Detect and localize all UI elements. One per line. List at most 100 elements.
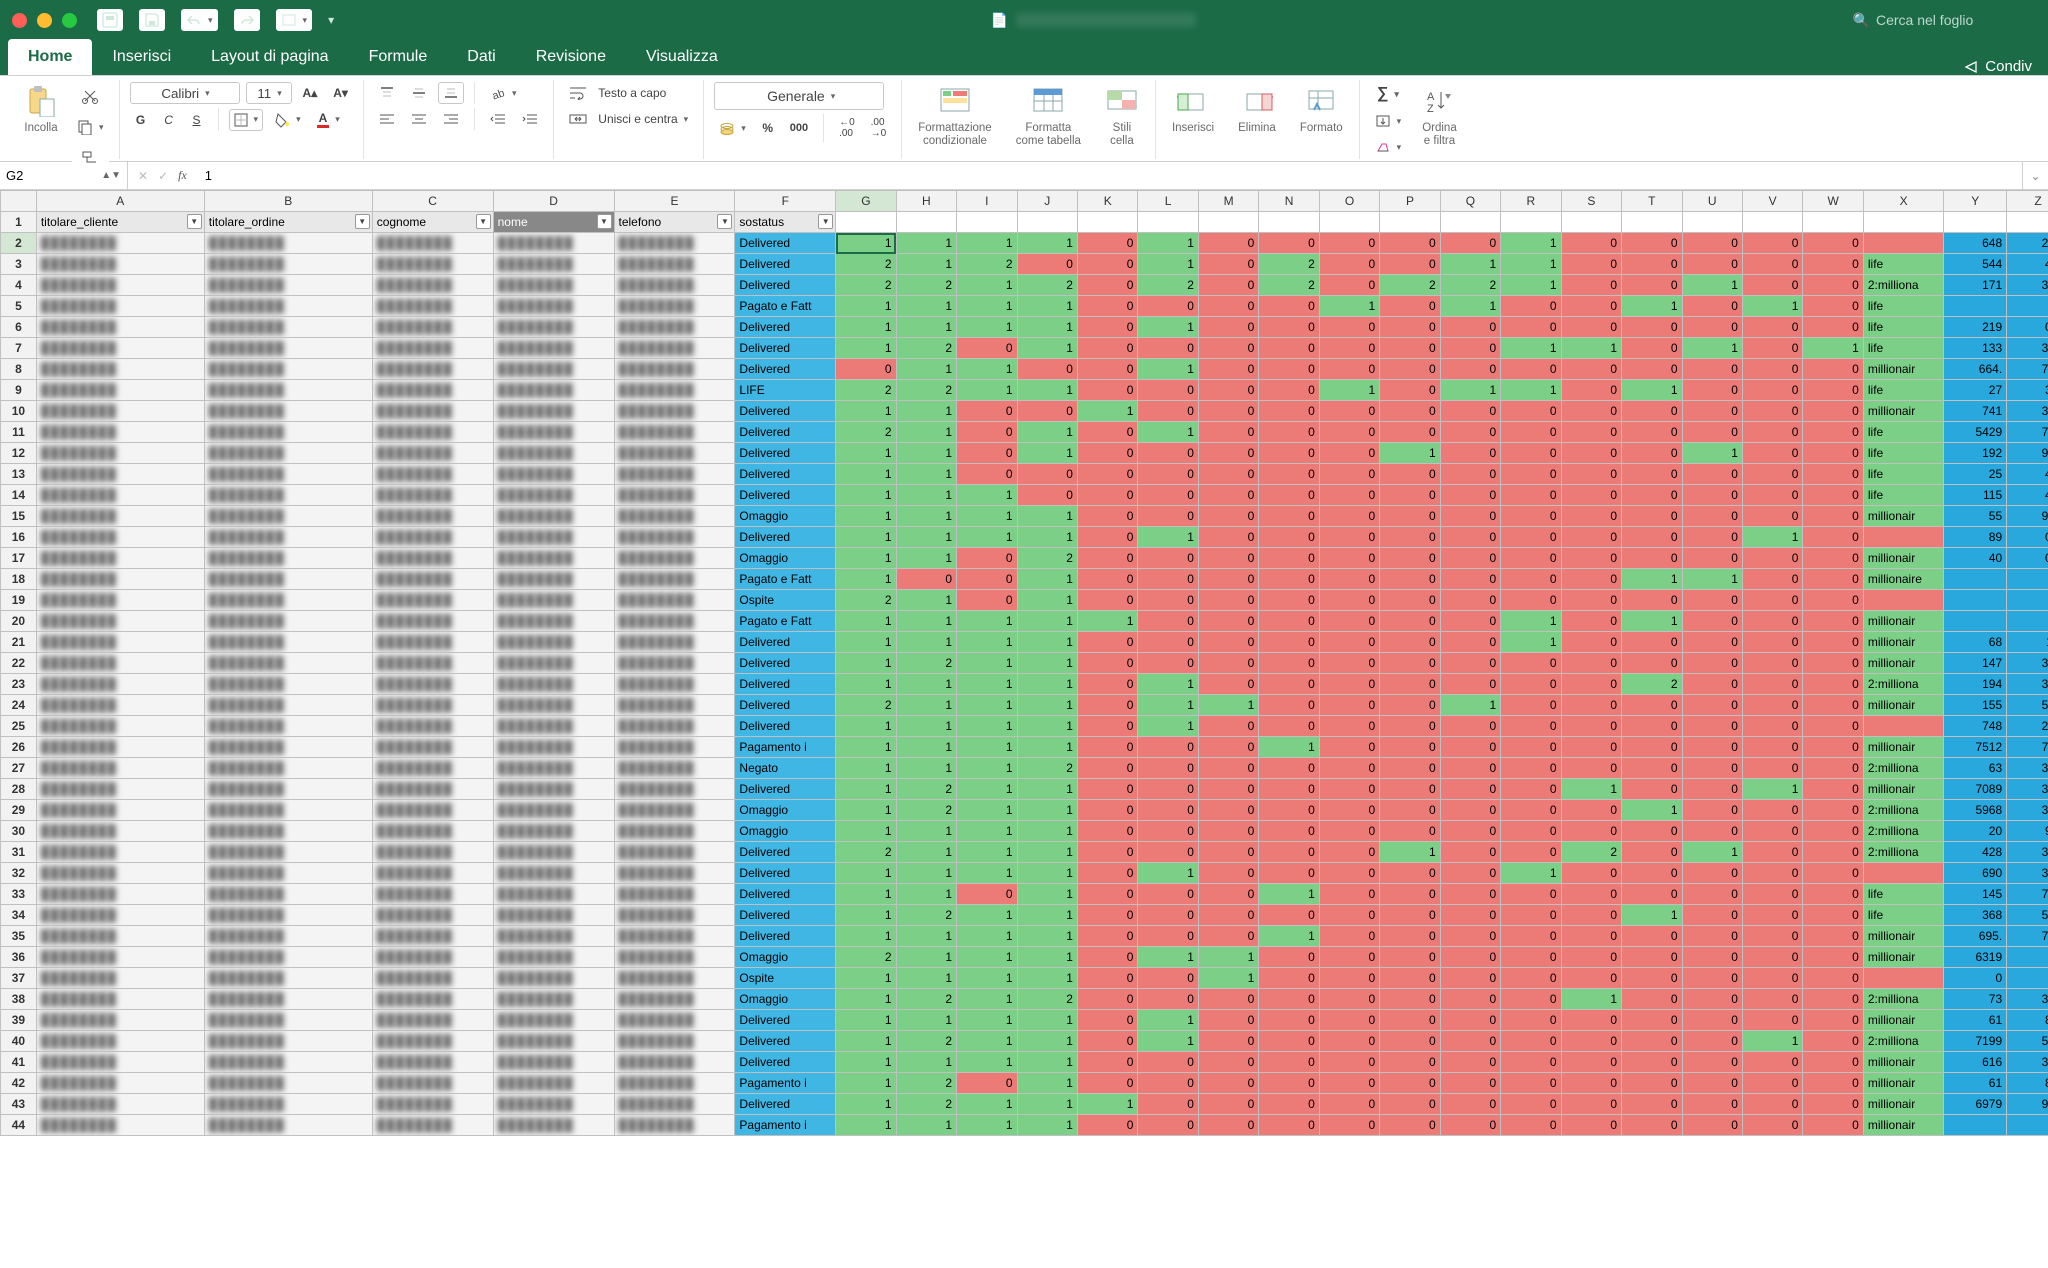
cell[interactable]: 1 <box>896 758 956 779</box>
cell[interactable]: 1 <box>1017 296 1077 317</box>
cell[interactable]: 1 <box>836 401 896 422</box>
cell[interactable]: 31,8 <box>2007 800 2048 821</box>
minimize-window-icon[interactable] <box>37 13 52 28</box>
cell[interactable]: 0 <box>1440 821 1500 842</box>
cell[interactable]: 0 <box>1380 296 1440 317</box>
cell[interactable]: 0 <box>1077 548 1137 569</box>
cell[interactable]: 1 <box>1561 779 1621 800</box>
cell[interactable]: 0 <box>1319 611 1379 632</box>
cell[interactable]: ████████ <box>36 296 204 317</box>
search-box[interactable]: 🔍 <box>1853 12 2036 29</box>
orientation-button[interactable]: ab <box>485 82 522 104</box>
cell[interactable]: 0 <box>1138 611 1198 632</box>
cell[interactable]: 0 <box>1319 338 1379 359</box>
cell[interactable]: 0 <box>836 359 896 380</box>
cell[interactable]: 1 <box>957 947 1017 968</box>
cell[interactable]: 0 <box>1682 989 1742 1010</box>
cell[interactable]: 1 <box>1138 254 1198 275</box>
cell[interactable]: 0 <box>1259 611 1319 632</box>
cell-styles-button[interactable]: Stili cella <box>1099 82 1145 151</box>
cell[interactable]: 1 <box>1380 443 1440 464</box>
qat-customize-icon[interactable]: ▾ <box>328 13 334 27</box>
cell[interactable]: 0 <box>1622 716 1682 737</box>
cell[interactable]: 0 <box>1561 422 1621 443</box>
copy-button[interactable] <box>72 116 109 138</box>
cell[interactable]: 0 <box>1138 779 1198 800</box>
cell[interactable]: ████████ <box>204 716 372 737</box>
cell[interactable]: Delivered <box>735 863 836 884</box>
cell[interactable]: 0 <box>1682 1073 1742 1094</box>
cell[interactable]: 0 <box>1803 821 1863 842</box>
cell[interactable]: 1 <box>1501 338 1561 359</box>
cell[interactable]: 1 <box>896 968 956 989</box>
cell[interactable]: ████████ <box>372 905 493 926</box>
cell[interactable]: ████████ <box>204 422 372 443</box>
cell[interactable]: 1 <box>896 443 956 464</box>
cell[interactable]: 0 <box>1803 1010 1863 1031</box>
cell[interactable]: ████████ <box>36 401 204 422</box>
cell[interactable] <box>957 212 1017 233</box>
cell[interactable]: 0 <box>1742 317 1802 338</box>
cell[interactable]: 0 <box>957 590 1017 611</box>
cell[interactable]: 0 <box>1501 947 1561 968</box>
cell[interactable]: 0 <box>1622 947 1682 968</box>
cell[interactable]: 428 <box>1944 842 2007 863</box>
cell[interactable]: 0 <box>1259 779 1319 800</box>
maximize-window-icon[interactable] <box>62 13 77 28</box>
cell[interactable]: ████████ <box>614 1094 735 1115</box>
cell[interactable]: Negato <box>735 758 836 779</box>
cell[interactable]: ████████ <box>614 1052 735 1073</box>
cell[interactable]: 1 <box>836 716 896 737</box>
cell[interactable]: ████████ <box>36 275 204 296</box>
cell[interactable]: 0 <box>957 464 1017 485</box>
cell[interactable]: 0 <box>1138 443 1198 464</box>
cell[interactable]: ████████ <box>493 1073 614 1094</box>
cell[interactable]: 0 <box>1501 590 1561 611</box>
row-header[interactable]: 37 <box>1 968 37 989</box>
cell[interactable]: 0 <box>1077 254 1137 275</box>
cell[interactable]: 0 <box>1803 1094 1863 1115</box>
delete-cells-button[interactable]: Elimina <box>1232 82 1282 139</box>
cell[interactable]: 0 <box>1198 989 1258 1010</box>
cell[interactable]: 0 <box>1440 884 1500 905</box>
cell[interactable]: ████████ <box>36 506 204 527</box>
cell[interactable]: 1 <box>957 842 1017 863</box>
cell[interactable]: ████████ <box>493 275 614 296</box>
cell[interactable]: 1 <box>1017 863 1077 884</box>
cell[interactable]: ████████ <box>372 485 493 506</box>
cell[interactable]: Omaggio <box>735 947 836 968</box>
cell[interactable]: 1 <box>896 737 956 758</box>
increase-font-button[interactable]: A▴ <box>298 82 323 104</box>
bold-button[interactable]: G <box>130 109 152 131</box>
cell[interactable]: ████████ <box>36 1073 204 1094</box>
cell[interactable]: 0 <box>1259 968 1319 989</box>
cell[interactable]: 1 <box>836 926 896 947</box>
cell[interactable]: ████████ <box>614 401 735 422</box>
cell[interactable]: 0 <box>1501 1073 1561 1094</box>
cell[interactable]: 470 <box>2007 485 2048 506</box>
row-header[interactable]: 15 <box>1 506 37 527</box>
cell[interactable]: 0 <box>1077 968 1137 989</box>
cell[interactable]: ████████ <box>614 275 735 296</box>
cell[interactable]: 0 <box>1319 968 1379 989</box>
cell[interactable]: 0 <box>1501 779 1561 800</box>
cell[interactable]: 1 <box>1138 359 1198 380</box>
cell[interactable]: 1 <box>1622 296 1682 317</box>
cell[interactable]: 89 <box>1944 527 2007 548</box>
cell[interactable]: ████████ <box>204 842 372 863</box>
cell[interactable]: 1 <box>957 737 1017 758</box>
cell[interactable]: 0 <box>1440 1052 1500 1073</box>
cell[interactable]: 0 <box>1561 233 1621 254</box>
cell[interactable]: 0 <box>1742 569 1802 590</box>
cell[interactable]: 0 <box>1259 1031 1319 1052</box>
cell[interactable]: 0 <box>1198 464 1258 485</box>
cell[interactable]: 2 <box>1017 758 1077 779</box>
row-header[interactable]: 33 <box>1 884 37 905</box>
cell[interactable]: 2:milliona <box>1863 758 1944 779</box>
cell[interactable]: 044 <box>2007 527 2048 548</box>
cell[interactable]: 0 <box>1803 716 1863 737</box>
cell[interactable]: ████████ <box>493 527 614 548</box>
cell[interactable]: 801 <box>2007 1073 2048 1094</box>
cell[interactable]: 9,19 <box>2007 1094 2048 1115</box>
cell[interactable]: ████████ <box>614 590 735 611</box>
